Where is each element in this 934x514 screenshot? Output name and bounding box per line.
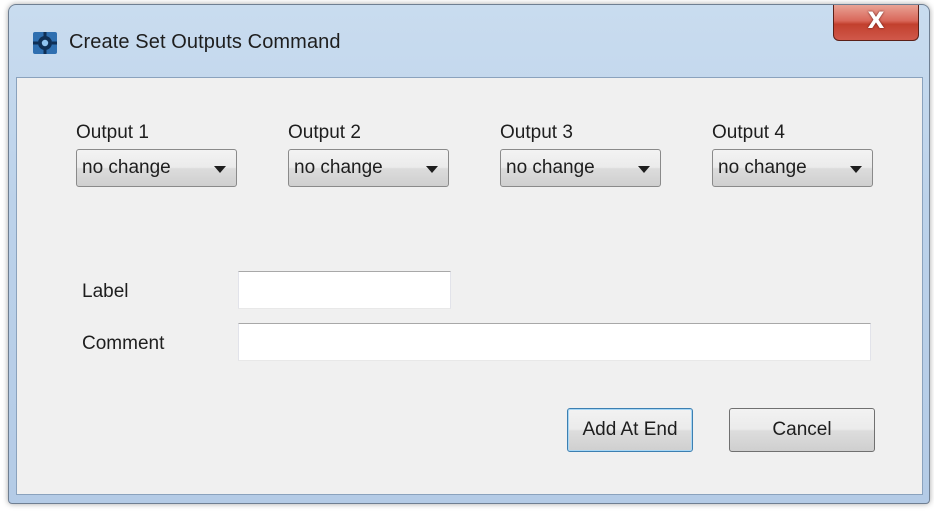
output-3-value: no change bbox=[506, 157, 595, 178]
output-2-select[interactable]: no change bbox=[288, 149, 449, 187]
gear-icon bbox=[33, 32, 57, 54]
output-2-value: no change bbox=[294, 157, 383, 178]
output-4-value: no change bbox=[718, 157, 807, 178]
output-1-value: no change bbox=[82, 157, 171, 178]
output-4-select[interactable]: no change bbox=[712, 149, 873, 187]
output-3-label: Output 3 bbox=[500, 122, 573, 143]
close-button[interactable]: X bbox=[833, 5, 919, 41]
close-icon: X bbox=[867, 9, 885, 34]
comment-field-label: Comment bbox=[82, 333, 165, 354]
chevron-down-icon bbox=[850, 166, 862, 173]
label-input[interactable] bbox=[238, 271, 451, 309]
label-field-label: Label bbox=[82, 281, 129, 302]
output-1-label: Output 1 bbox=[76, 122, 149, 143]
output-4-label: Output 4 bbox=[712, 122, 785, 143]
dialog-window: Create Set Outputs Command X Output 1 no… bbox=[8, 4, 930, 504]
add-at-end-button[interactable]: Add At End bbox=[567, 408, 693, 452]
chevron-down-icon bbox=[638, 166, 650, 173]
dialog-client-area: Output 1 no change Output 2 no change Ou… bbox=[16, 77, 923, 495]
comment-input[interactable] bbox=[238, 323, 871, 361]
title-bar[interactable]: Create Set Outputs Command X bbox=[9, 5, 929, 77]
cancel-button[interactable]: Cancel bbox=[729, 408, 875, 452]
output-1-select[interactable]: no change bbox=[76, 149, 237, 187]
output-3-select[interactable]: no change bbox=[500, 149, 661, 187]
chevron-down-icon bbox=[426, 166, 438, 173]
output-2-label: Output 2 bbox=[288, 122, 361, 143]
chevron-down-icon bbox=[214, 166, 226, 173]
window-title: Create Set Outputs Command bbox=[69, 31, 341, 53]
